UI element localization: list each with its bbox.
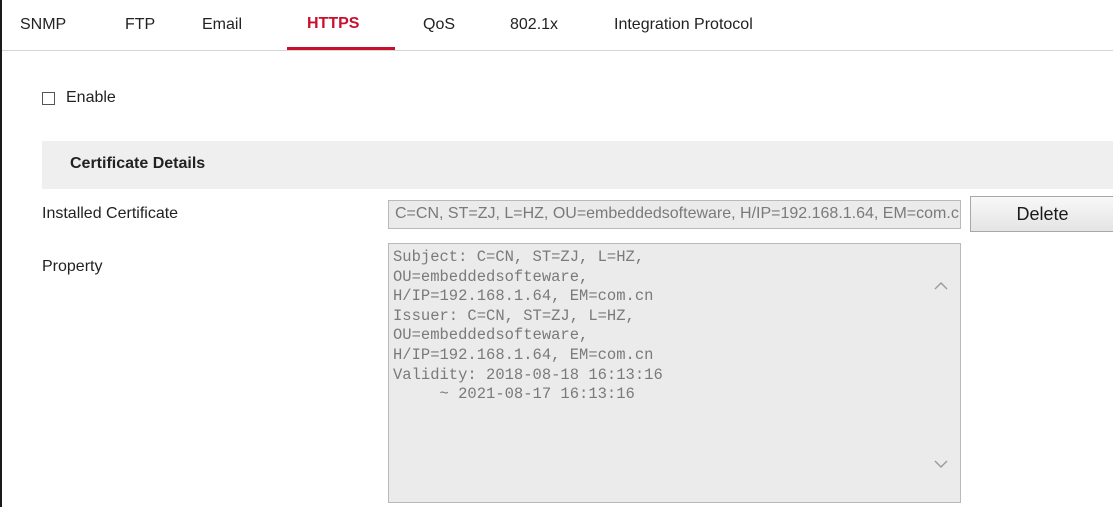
property-line: H/IP=192.168.1.64, EM=com.cn [393, 287, 654, 306]
property-line: OU=embeddedsofteware, [393, 326, 589, 345]
tab-integration-protocol[interactable]: Integration Protocol [614, 16, 753, 34]
tab-bar: SNMP FTP Email HTTPS QoS 802.1x Integrat… [2, 0, 1113, 51]
property-textarea[interactable]: Subject: C=CN, ST=ZJ, L=HZ, OU=embeddeds… [388, 243, 961, 503]
chevron-down-icon[interactable] [933, 456, 949, 472]
https-settings-page: SNMP FTP Email HTTPS QoS 802.1x Integrat… [0, 0, 1113, 507]
tab-ftp[interactable]: FTP [125, 16, 155, 34]
delete-button[interactable]: Delete [970, 196, 1113, 232]
installed-certificate-label: Installed Certificate [42, 205, 179, 222]
property-label: Property [42, 258, 103, 275]
tab-snmp[interactable]: SNMP [20, 16, 66, 34]
section-title: Certificate Details [70, 155, 206, 172]
certificate-details-header: Certificate Details [42, 141, 1113, 189]
tab-qos[interactable]: QoS [423, 16, 455, 34]
property-line: Issuer: C=CN, ST=ZJ, L=HZ, [393, 306, 635, 325]
property-line: H/IP=192.168.1.64, EM=com.cn [393, 345, 654, 364]
property-text: Subject: C=CN, ST=ZJ, L=HZ, OU=embeddeds… [393, 248, 923, 405]
chevron-up-icon[interactable] [933, 278, 949, 294]
property-line: OU=embeddedsofteware, [393, 267, 589, 286]
property-line: Subject: C=CN, ST=ZJ, L=HZ, [393, 248, 645, 266]
tab-https[interactable]: HTTPS [307, 15, 359, 33]
enable-row: Enable [42, 88, 116, 108]
property-line: Validity: 2018-08-18 16:13:16 [393, 365, 663, 384]
property-line: ~ 2021-08-17 16:13:16 [393, 385, 635, 404]
enable-label: Enable [66, 89, 116, 106]
active-tab-indicator [287, 47, 395, 50]
enable-checkbox[interactable] [42, 91, 55, 105]
installed-certificate-field[interactable]: C=CN, ST=ZJ, L=HZ, OU=embeddedsofteware,… [388, 200, 961, 229]
tab-email[interactable]: Email [202, 16, 242, 34]
tab-8021x[interactable]: 802.1x [510, 16, 558, 34]
